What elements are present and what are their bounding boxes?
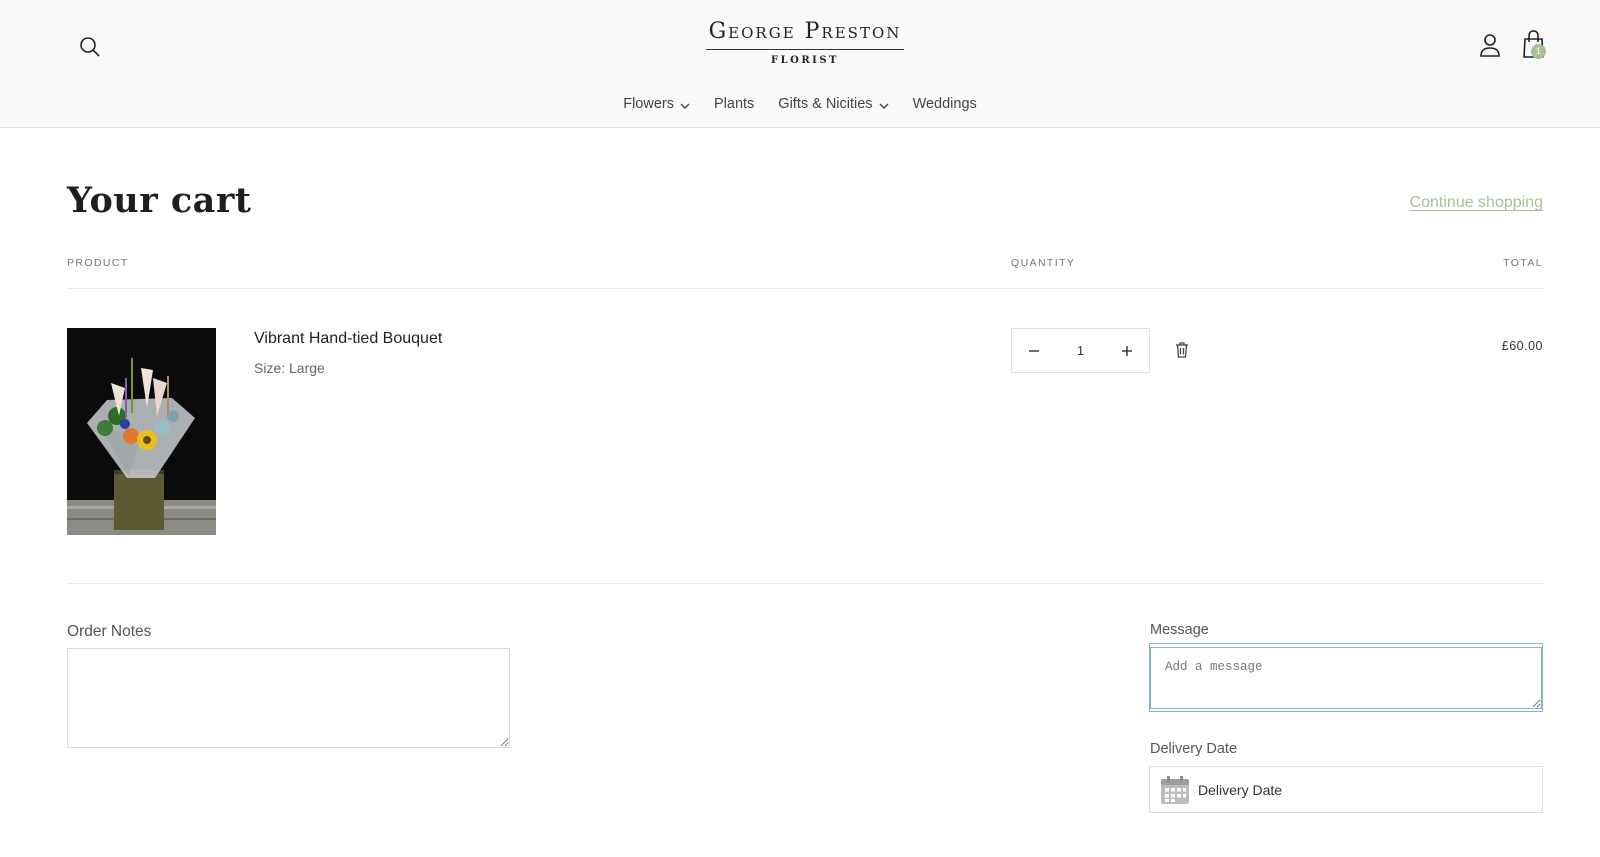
search-icon bbox=[80, 37, 100, 57]
chevron-down-icon bbox=[879, 103, 889, 109]
logo-rule bbox=[706, 49, 904, 50]
nav-label: Plants bbox=[713, 96, 755, 112]
delivery-date-value: Delivery Date bbox=[1198, 781, 1283, 798]
increase-quantity-button[interactable] bbox=[1115, 339, 1139, 363]
site-header: George Preston FLORIST 1 Flowers Plants … bbox=[0, 0, 1600, 128]
divider bbox=[67, 288, 1543, 289]
site-logo[interactable]: George Preston FLORIST bbox=[700, 18, 910, 66]
trash-icon bbox=[1176, 342, 1188, 358]
message-field-wrapper bbox=[1149, 643, 1543, 712]
product-image[interactable] bbox=[67, 328, 216, 535]
line-item-total: £60.00 bbox=[1501, 339, 1543, 353]
order-notes-label: Order Notes bbox=[67, 623, 152, 640]
page-title: Your cart bbox=[67, 180, 252, 221]
minus-icon bbox=[1029, 349, 1039, 352]
remove-item-button[interactable] bbox=[1173, 341, 1191, 360]
product-size: Size: Large bbox=[254, 360, 325, 376]
nav-label: Weddings bbox=[912, 96, 977, 112]
decrease-quantity-button[interactable] bbox=[1022, 339, 1046, 363]
logo-sub-text: FLORIST bbox=[771, 55, 839, 66]
divider bbox=[67, 583, 1543, 584]
nav-item-weddings[interactable]: Weddings bbox=[913, 96, 977, 112]
account-button[interactable] bbox=[1478, 32, 1502, 58]
continue-shopping-link[interactable]: Continue shopping bbox=[1410, 194, 1543, 212]
calendar-icon bbox=[1161, 775, 1189, 804]
message-textarea[interactable] bbox=[1150, 647, 1542, 709]
nav-item-plants[interactable]: Plants bbox=[714, 96, 754, 112]
bouquet-image bbox=[67, 328, 216, 535]
cart-count-badge: 1 bbox=[1531, 44, 1546, 59]
nav-item-gifts[interactable]: Gifts & Nicities bbox=[778, 96, 889, 112]
quantity-stepper bbox=[1011, 328, 1150, 373]
order-notes-textarea[interactable] bbox=[67, 648, 510, 748]
plus-icon bbox=[1122, 345, 1132, 356]
delivery-date-label: Delivery Date bbox=[1150, 741, 1238, 757]
nav-item-flowers[interactable]: Flowers bbox=[623, 96, 690, 112]
column-header-total: TOTAL bbox=[1503, 257, 1543, 269]
account-icon bbox=[1480, 34, 1500, 57]
column-header-quantity: QUANTITY bbox=[1011, 257, 1076, 269]
product-name-link[interactable]: Vibrant Hand-tied Bouquet bbox=[254, 330, 442, 348]
nav-label: Flowers bbox=[623, 96, 674, 112]
chevron-down-icon bbox=[680, 103, 690, 109]
message-label: Message bbox=[1150, 622, 1209, 638]
logo-main-text: George Preston bbox=[708, 19, 902, 44]
main-nav: Flowers Plants Gifts & Nicities Weddings bbox=[0, 96, 1600, 112]
search-button[interactable] bbox=[78, 35, 102, 59]
nav-label: Gifts & Nicities bbox=[778, 96, 873, 112]
quantity-input[interactable] bbox=[1060, 343, 1101, 358]
delivery-date-picker[interactable]: Delivery Date bbox=[1149, 766, 1543, 813]
column-header-product: PRODUCT bbox=[67, 257, 129, 269]
